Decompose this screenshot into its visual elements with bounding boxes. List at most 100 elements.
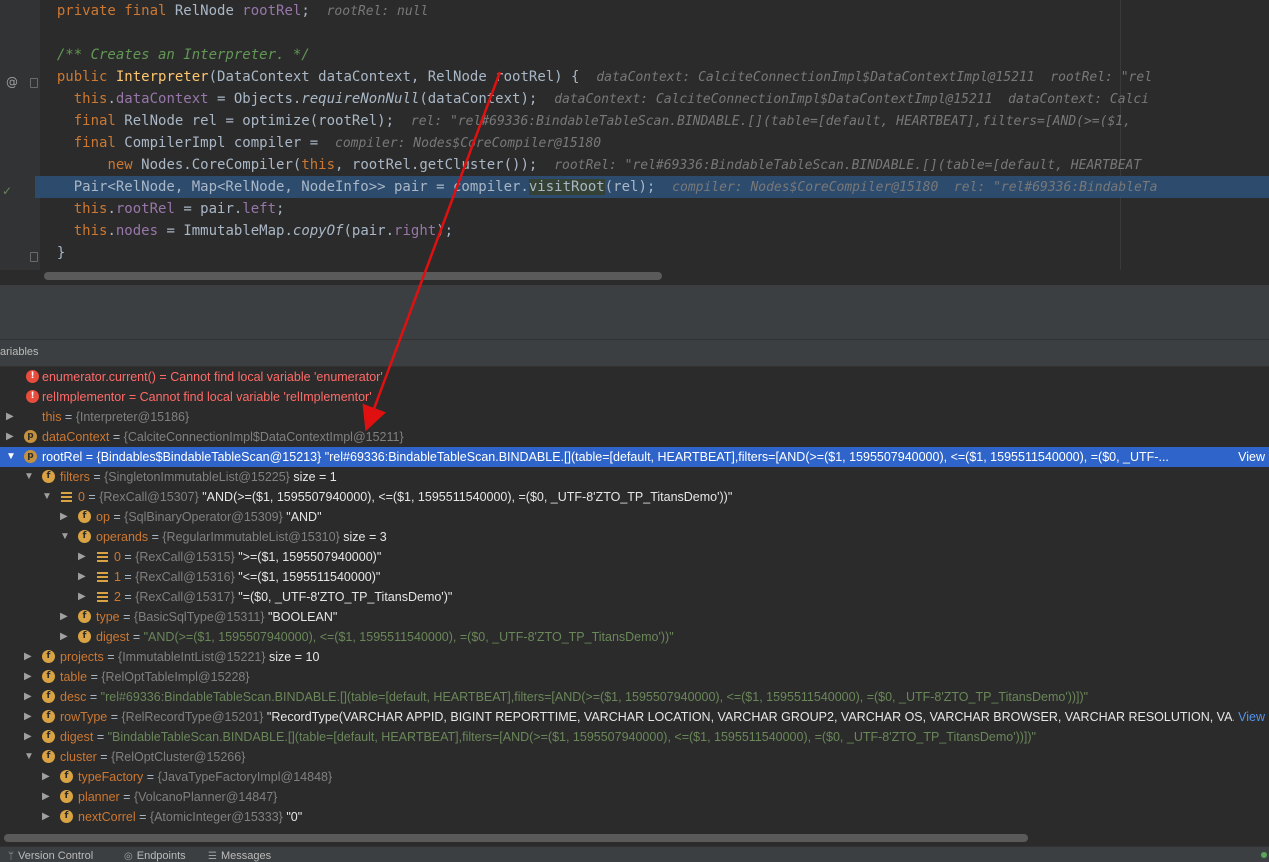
variables-tree[interactable]: ! enumerator.current() = Cannot find loca… [0, 367, 1269, 830]
variable-name: op [96, 510, 110, 524]
variable-name: projects [60, 650, 104, 664]
expand-right-icon[interactable]: ▶ [6, 427, 16, 447]
expand-right-icon[interactable]: ▶ [42, 767, 52, 787]
tree-row[interactable]: ▼ f cluster = {RelOptCluster@15266} [0, 747, 1269, 767]
tree-row[interactable]: ▶ p dataContext = {CalciteConnectionImpl$D… [0, 427, 1269, 447]
variables-horizontal-scrollbar[interactable] [0, 832, 1269, 844]
override-marker-icon[interactable]: @ [6, 75, 18, 89]
tree-row[interactable]: ▶ 0 = {RexCall@15315} ">=($1, 15955079400… [0, 547, 1269, 567]
tree-row[interactable]: ▶ f type = {BasicSqlType@15311} "BOOLEAN" [0, 607, 1269, 627]
tree-row[interactable]: ▶ f desc = "rel#69336:BindableTableScan.BI… [0, 687, 1269, 707]
tree-row[interactable]: ▶ f digest = "AND(>=($1, 1595507940000), <… [0, 627, 1269, 647]
expand-down-icon[interactable]: ▼ [24, 467, 34, 487]
view-link[interactable]: View [1234, 707, 1265, 727]
code-line[interactable]: } [40, 242, 1269, 264]
expand-right-icon[interactable]: ▶ [42, 807, 52, 827]
tree-row[interactable]: ▶ f op = {SqlBinaryOperator@15309} "AND" [0, 507, 1269, 527]
error-icon: ! [26, 390, 39, 403]
expand-down-icon[interactable]: ▼ [6, 447, 16, 467]
tree-row[interactable]: ▶ f planner = {VolcanoPlanner@14847} [0, 787, 1269, 807]
view-link[interactable]: View [1234, 447, 1265, 467]
code-line[interactable]: final CompilerImpl compiler = compiler: … [40, 132, 1269, 154]
tree-row[interactable]: ▶ f digest = "BindableTableScan.BINDABLE.[… [0, 727, 1269, 747]
code-area[interactable]: private final RelNode rootRel; rootRel: … [35, 0, 1269, 270]
equals-sign: = [86, 690, 101, 704]
code-line[interactable]: /** Creates an Interpreter. */ [40, 44, 1269, 66]
tree-row[interactable]: ▶ 2 = {RexCall@15317} "=($0, _UTF-8'ZTO_T… [0, 587, 1269, 607]
variable-name: planner [78, 790, 120, 804]
tree-row[interactable]: ▶ this = {Interpreter@15186} [0, 407, 1269, 427]
status-indicator-icon[interactable] [1261, 852, 1267, 858]
expand-right-icon[interactable]: ▶ [24, 687, 34, 707]
string-value: "rel#69336:BindableTableScan.BINDABLE.[]… [100, 690, 1089, 704]
code-line[interactable]: this.rootRel = pair.left; [40, 198, 1269, 220]
expand-right-icon[interactable]: ▶ [24, 727, 34, 747]
code-line[interactable] [40, 22, 1269, 44]
variables-title: ariables [0, 346, 39, 358]
variable-value: size = 10 [265, 650, 320, 664]
object-ref: {RexCall@15307} [99, 490, 199, 504]
expand-right-icon[interactable]: ▶ [60, 627, 70, 647]
code-line-current[interactable]: Pair<RelNode, Map<RelNode, NodeInfo>> pa… [35, 176, 1269, 198]
field-icon: f [42, 670, 55, 683]
expand-right-icon[interactable]: ▶ [24, 647, 34, 667]
closing-brace: } [56, 245, 66, 261]
tree-row[interactable]: ▶ f table = {RelOptTableImpl@15228} [0, 667, 1269, 687]
tree-row[interactable]: ! enumerator.current() = Cannot find loca… [0, 367, 1269, 387]
code-line[interactable]: this.dataContext = Objects.requireNonNul… [40, 88, 1269, 110]
tree-row[interactable]: ▼ f operands = {RegularImmutableList@15310… [0, 527, 1269, 547]
expand-right-icon[interactable]: ▶ [6, 407, 16, 427]
object-ref: {RexCall@15316} [135, 570, 235, 584]
variable-name: table [60, 670, 88, 684]
code-line[interactable]: this.nodes = ImmutableMap.copyOf(pair.ri… [40, 220, 1269, 242]
code-line[interactable]: final RelNode rel = optimize(rootRel); r… [40, 110, 1269, 132]
fold-start-icon[interactable] [30, 78, 38, 88]
equals-sign: = [109, 430, 124, 444]
tree-row[interactable]: ▶ f projects = {ImmutableIntList@15221} si… [0, 647, 1269, 667]
tab-version-control[interactable]: ᛘ Version Control [8, 850, 93, 862]
code-line[interactable]: public Interpreter(DataContext dataConte… [40, 66, 1269, 88]
variable-name: typeFactory [78, 770, 144, 784]
inline-debug-value: compiler: Nodes$CoreCompiler@15180 rel: … [672, 180, 1158, 195]
tree-row[interactable]: ▼ 0 = {RexCall@15307} "AND(>=($1, 1595507… [0, 487, 1269, 507]
expand-right-icon[interactable]: ▶ [78, 547, 88, 567]
expand-right-icon[interactable]: ▶ [42, 787, 52, 807]
code-editor[interactable]: @ ✓ private final RelNode rootRel; rootR… [0, 0, 1269, 284]
expand-right-icon[interactable]: ▶ [60, 507, 70, 527]
expand-right-icon[interactable]: ▶ [78, 567, 88, 587]
variable-value: "rel#69336:BindableTableScan.BINDABLE.[]… [321, 450, 1169, 464]
code-line[interactable]: private final RelNode rootRel; rootRel: … [40, 0, 1269, 22]
tree-row[interactable]: ▶ f typeFactory = {JavaTypeFactoryImpl@148… [0, 767, 1269, 787]
scrollbar-thumb[interactable] [44, 272, 662, 280]
expand-right-icon[interactable]: ▶ [60, 607, 70, 627]
editor-gutter[interactable]: @ ✓ [0, 0, 40, 270]
expand-down-icon[interactable]: ▼ [60, 527, 70, 547]
code-line[interactable]: new Nodes.CoreCompiler(this, rootRel.get… [40, 154, 1269, 176]
equals-sign: = [61, 410, 76, 424]
tree-row[interactable]: ▼ f filters = {SingletonImmutableList@1522… [0, 467, 1269, 487]
tab-messages[interactable]: ☰ Messages [208, 850, 271, 862]
tree-row[interactable]: ▶ 1 = {RexCall@15316} "<=($1, 15955115400… [0, 567, 1269, 587]
tree-row[interactable]: ! relImplementor = Cannot find local vari… [0, 387, 1269, 407]
expand-right-icon[interactable]: ▶ [78, 587, 88, 607]
expand-down-icon[interactable]: ▼ [42, 487, 52, 507]
object-ref: {ImmutableIntList@15221} [118, 650, 266, 664]
scrollbar-thumb[interactable] [4, 834, 1028, 842]
fold-end-icon[interactable] [30, 252, 38, 262]
expand-right-icon[interactable]: ▶ [24, 707, 34, 727]
tree-row[interactable]: ▶ f rowType = {RelRecordType@15201} "Recor… [0, 707, 1269, 727]
variable-value: "0" [282, 810, 303, 824]
tab-endpoints[interactable]: ◎ Endpoints [124, 850, 186, 862]
equals-sign: = [107, 710, 122, 724]
equals-sign: = [119, 610, 134, 624]
tree-row-selected[interactable]: ▼ p rootRel = {Bindables$BindableTableScan… [0, 447, 1269, 467]
expand-down-icon[interactable]: ▼ [24, 747, 34, 767]
object-ref: {RelOptCluster@15266} [111, 750, 246, 764]
variable-value: "BOOLEAN" [264, 610, 338, 624]
editor-horizontal-scrollbar[interactable] [40, 270, 1269, 282]
variable-name: cluster [60, 750, 97, 764]
expand-right-icon[interactable]: ▶ [24, 667, 34, 687]
array-element-icon [96, 590, 109, 603]
tree-row[interactable]: ▶ f nextCorrel = {AtomicInteger@15333} "0" [0, 807, 1269, 827]
equals-sign: = [82, 450, 97, 464]
